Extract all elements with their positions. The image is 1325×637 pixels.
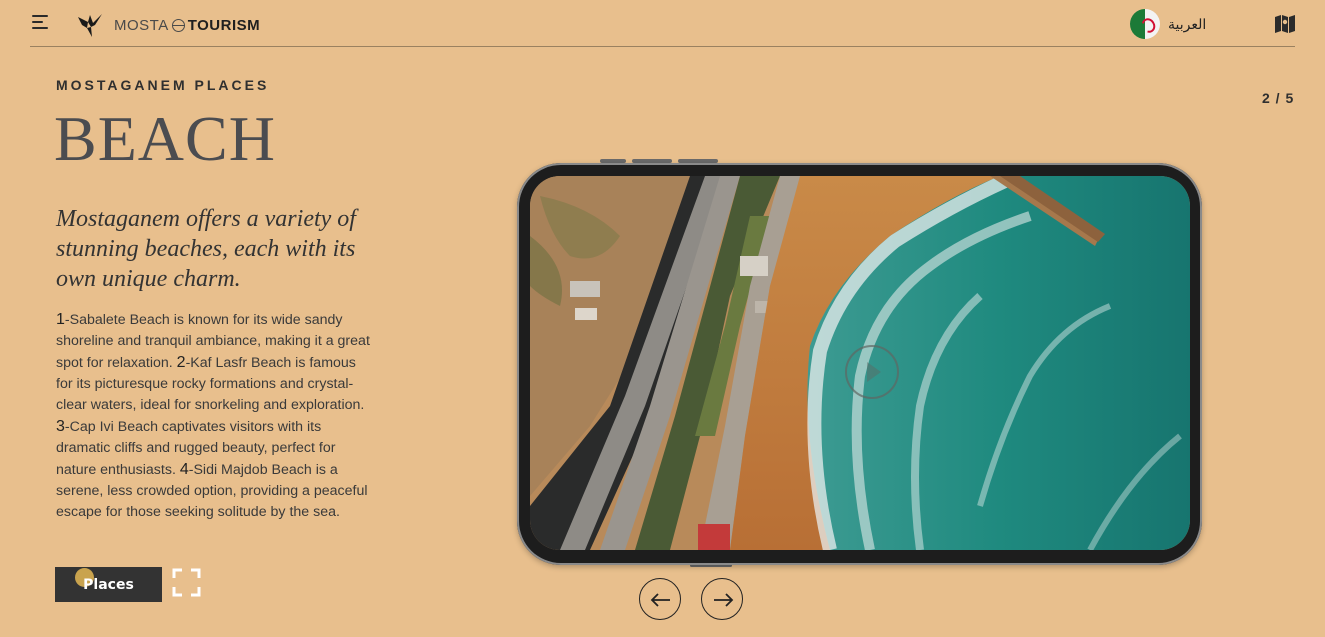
item-number: 3 [56, 418, 65, 435]
top-bar: MOSTA TOURISM العربية [0, 0, 1325, 47]
next-slide-button[interactable] [701, 578, 743, 620]
item-number: 1 [56, 311, 65, 328]
algeria-flag-icon [1130, 9, 1160, 39]
language-switch[interactable]: العربية [1130, 9, 1206, 39]
beach-description: 1-Sabalete Beach is known for its wide s… [56, 309, 374, 523]
site-logo[interactable]: MOSTA TOURISM [76, 11, 260, 39]
slide-counter: 2 / 5 [1262, 90, 1295, 106]
item-number: 4 [179, 461, 189, 478]
places-button[interactable]: Places [55, 567, 162, 602]
map-icon[interactable] [1274, 14, 1296, 34]
fullscreen-icon[interactable] [172, 568, 201, 597]
section-tagline: Mostaganem offers a variety of stunning … [56, 206, 356, 292]
header-divider [30, 46, 1295, 47]
logo-separator-icon [171, 18, 185, 32]
bird-logo-icon [78, 14, 102, 37]
hamburger-menu-icon[interactable] [32, 15, 50, 31]
language-label: العربية [1168, 15, 1207, 32]
logo-wordmark: MOSTA TOURISM [114, 17, 260, 34]
logo-text-bold: TOURISM [187, 16, 261, 34]
arrow-left-icon [650, 593, 670, 607]
logo-text-thin: MOSTA [114, 16, 169, 34]
section-eyebrow: MOSTAGANEM PLACES [56, 77, 270, 93]
previous-slide-button[interactable] [639, 578, 681, 620]
page-title: BEACH [54, 103, 276, 174]
arrow-right-icon [714, 593, 734, 607]
places-button-label: Places [83, 576, 134, 593]
item-number: 2 [176, 354, 186, 371]
play-icon[interactable] [843, 343, 901, 401]
